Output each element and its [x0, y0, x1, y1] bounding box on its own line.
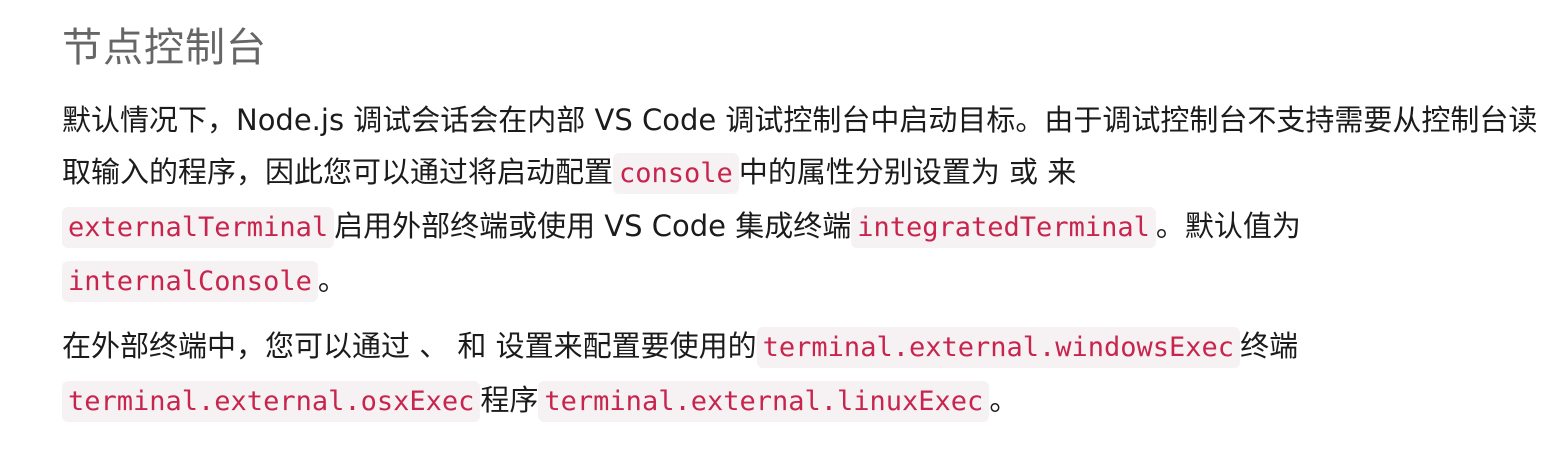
paragraph-text: 启用外部终端或使用 VS Code 集成终端: [334, 209, 852, 243]
paragraph-text: 。默认值为: [1155, 209, 1301, 243]
paragraph-text: 。: [989, 383, 1019, 417]
paragraph-console-intro: 默认情况下，Node.js 调试会话会在内部 VS Code 调试控制台中启动目…: [62, 94, 1542, 308]
article-content: 节点控制台 默认情况下，Node.js 调试会话会在内部 VS Code 调试控…: [0, 0, 1558, 468]
code-osx-exec: terminal.external.osxExec: [62, 381, 481, 422]
code-console: console: [613, 153, 739, 194]
paragraph-text: 。: [317, 263, 347, 297]
paragraph-external-terminal: 在外部终端中，您可以通过 、 和 设置来配置要使用的 terminal.exter…: [62, 320, 1542, 428]
paragraph-text: 程序: [480, 383, 539, 417]
code-internal-console: internalConsole: [62, 261, 318, 302]
section-heading: 节点控制台: [62, 25, 267, 71]
code-linux-exec: terminal.external.linuxExec: [538, 381, 990, 422]
code-integrated-terminal: integratedTerminal: [851, 207, 1156, 248]
paragraph-text: 终端: [1240, 329, 1299, 363]
paragraph-text: 在外部终端中，您可以通过 、 和 设置来配置要使用的: [62, 329, 757, 363]
paragraph-text: 中的属性分别设置为 或 来: [738, 155, 1077, 189]
code-windows-exec: terminal.external.windowsExec: [756, 327, 1241, 368]
code-external-terminal: externalTerminal: [62, 207, 335, 248]
